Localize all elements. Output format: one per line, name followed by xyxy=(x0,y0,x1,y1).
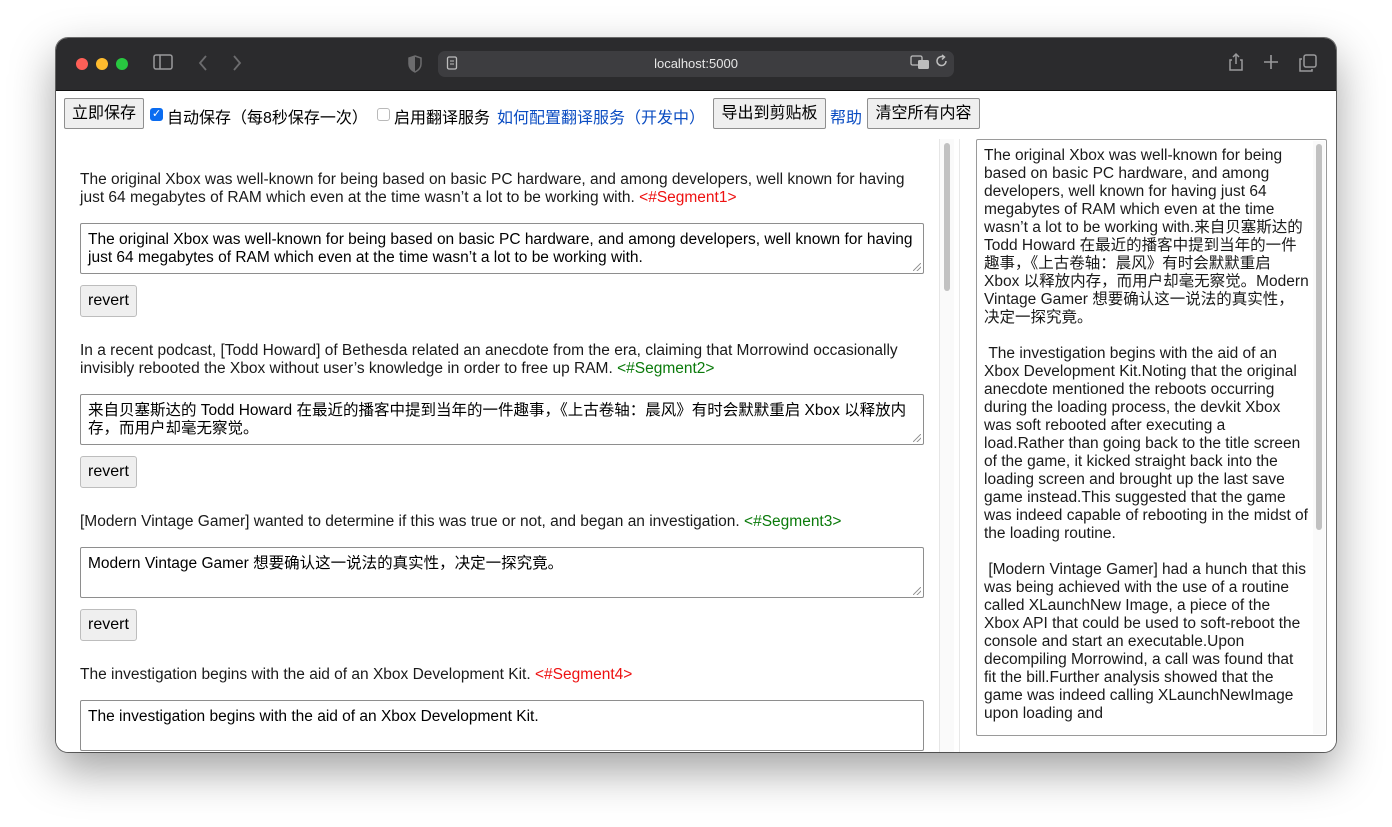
tab-overview-icon[interactable] xyxy=(1299,54,1317,76)
segment-tag: <#Segment2> xyxy=(617,360,715,377)
translate-label: 启用翻译服务 xyxy=(394,110,491,127)
sidebar-toggle-icon[interactable] xyxy=(153,54,173,74)
segment-source-text: The investigation begins with the aid of… xyxy=(80,666,531,683)
privacy-shield-icon[interactable] xyxy=(408,55,422,77)
segment-translation-input[interactable]: The original Xbox was well-known for bei… xyxy=(80,223,924,274)
resize-handle-icon[interactable] xyxy=(913,434,921,442)
clear-all-button[interactable]: 清空所有内容 xyxy=(867,98,980,129)
new-tab-icon[interactable] xyxy=(1263,54,1279,74)
segment-source: In a recent podcast, [Todd Howard] of Be… xyxy=(80,342,924,378)
segment-translation-input[interactable]: 来自贝塞斯达的 Todd Howard 在最近的播客中提到当年的一件趣事，《上古… xyxy=(80,394,924,445)
output-text: The original Xbox was well-known for bei… xyxy=(984,147,1309,722)
translation-text: The investigation begins with the aid of… xyxy=(88,708,539,725)
export-clipboard-button[interactable]: 导出到剪贴板 xyxy=(713,98,826,129)
close-window-button[interactable] xyxy=(76,58,88,70)
browser-window: localhost:5000 立即保存 自动保存（每8秒保存一次） 启用翻译服务… xyxy=(56,38,1336,752)
segment-tag: <#Segment3> xyxy=(744,513,842,530)
output-scrollbar[interactable] xyxy=(1313,141,1325,734)
forward-arrow-icon[interactable] xyxy=(231,54,243,76)
segments-scrollbar[interactable] xyxy=(939,139,954,752)
revert-button[interactable]: revert xyxy=(80,456,137,488)
pane-divider xyxy=(959,139,960,752)
translation-text: Modern Vintage Gamer 想要确认这一说法的真实性，决定一探究竟… xyxy=(88,555,564,572)
segments-pane: The original Xbox was well-known for bei… xyxy=(56,139,954,752)
revert-button[interactable]: revert xyxy=(80,609,137,641)
output-textarea[interactable]: The original Xbox was well-known for bei… xyxy=(976,139,1327,736)
help-link[interactable]: 帮助 xyxy=(830,104,862,128)
page-content: 立即保存 自动保存（每8秒保存一次） 启用翻译服务 如何配置翻译服务（开发中） … xyxy=(56,91,1336,752)
segment-source: The original Xbox was well-known for bei… xyxy=(80,171,924,207)
segment-source-text: [Modern Vintage Gamer] wanted to determi… xyxy=(80,513,740,530)
resize-handle-icon[interactable] xyxy=(913,587,921,595)
autosave-label: 自动保存（每8秒保存一次） xyxy=(167,110,368,127)
segment-translation-input[interactable]: Modern Vintage Gamer 想要确认这一说法的真实性，决定一探究竟… xyxy=(80,547,924,598)
how-to-config-link[interactable]: 如何配置翻译服务（开发中） xyxy=(497,104,705,128)
reload-icon[interactable] xyxy=(935,54,949,74)
url-text: localhost:5000 xyxy=(654,56,738,71)
scrollbar-thumb[interactable] xyxy=(944,143,950,291)
translate-icon[interactable] xyxy=(910,54,930,76)
minimize-window-button[interactable] xyxy=(96,58,108,70)
segment-tag: <#Segment4> xyxy=(534,666,633,683)
resize-handle-icon[interactable] xyxy=(913,263,921,271)
autosave-checkbox[interactable] xyxy=(150,107,163,121)
segment-tag: <#Segment1> xyxy=(639,189,737,206)
segment-source: [Modern Vintage Gamer] wanted to determi… xyxy=(80,513,924,531)
translation-text: 来自贝塞斯达的 Todd Howard 在最近的播客中提到当年的一件趣事，《上古… xyxy=(88,402,907,437)
zoom-window-button[interactable] xyxy=(116,58,128,70)
translation-text: The original Xbox was well-known for bei… xyxy=(88,231,913,266)
scrollbar-thumb[interactable] xyxy=(1316,144,1322,530)
address-bar[interactable]: localhost:5000 xyxy=(438,51,954,77)
save-now-button[interactable]: 立即保存 xyxy=(64,98,144,129)
segment-source: The investigation begins with the aid of… xyxy=(80,666,924,684)
translate-checkbox[interactable] xyxy=(377,108,390,121)
revert-button[interactable]: revert xyxy=(80,285,137,317)
browser-titlebar: localhost:5000 xyxy=(56,38,1336,91)
back-arrow-icon[interactable] xyxy=(197,54,209,76)
segment-source-text: In a recent podcast, [Todd Howard] of Be… xyxy=(80,342,898,377)
share-icon[interactable] xyxy=(1228,52,1244,76)
segment-source-text: The original Xbox was well-known for bei… xyxy=(80,171,905,206)
segment-translation-input[interactable]: The investigation begins with the aid of… xyxy=(80,700,924,751)
